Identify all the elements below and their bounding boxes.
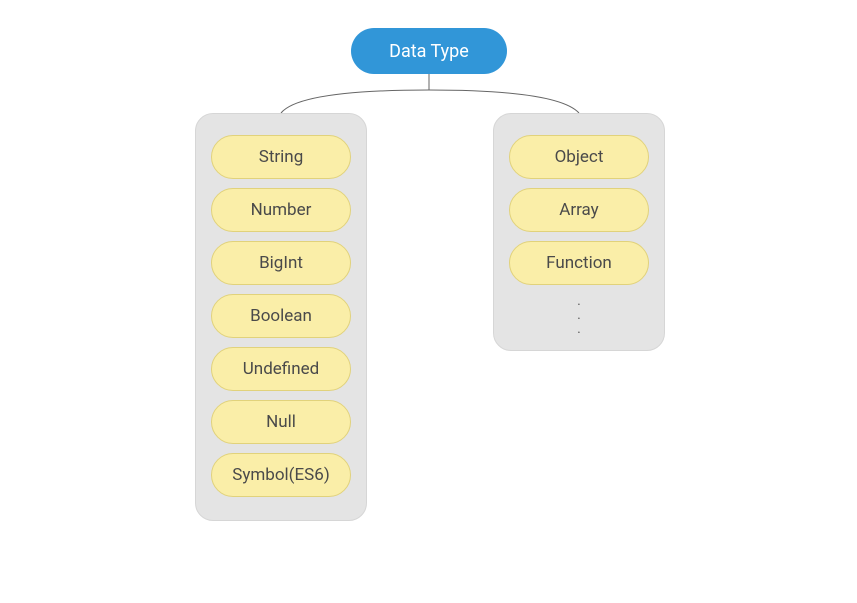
primitive-group: String Number BigInt Boolean Undefined N… (195, 113, 367, 521)
reference-item: Function (509, 241, 649, 285)
primitive-item: Null (211, 400, 351, 444)
item-label: Object (555, 147, 604, 167)
item-label: Number (251, 200, 312, 220)
primitive-item: Symbol(ES6) (211, 453, 351, 497)
item-label: Array (559, 200, 598, 220)
ellipsis: ... (508, 294, 650, 336)
reference-item: Object (509, 135, 649, 179)
item-label: Function (546, 253, 612, 273)
root-node-label: Data Type (389, 41, 469, 62)
reference-group: Object Array Function ... (493, 113, 665, 351)
item-label: Symbol(ES6) (232, 465, 329, 485)
reference-item: Array (509, 188, 649, 232)
primitive-item: String (211, 135, 351, 179)
root-node: Data Type (351, 28, 507, 74)
item-label: BigInt (259, 253, 303, 273)
item-label: String (259, 147, 303, 167)
primitive-item: Boolean (211, 294, 351, 338)
primitive-item: Number (211, 188, 351, 232)
connector-lines (0, 0, 857, 603)
primitive-item: BigInt (211, 241, 351, 285)
item-label: Boolean (250, 306, 312, 326)
primitive-item: Undefined (211, 347, 351, 391)
item-label: Undefined (243, 359, 319, 379)
item-label: Null (266, 412, 296, 432)
